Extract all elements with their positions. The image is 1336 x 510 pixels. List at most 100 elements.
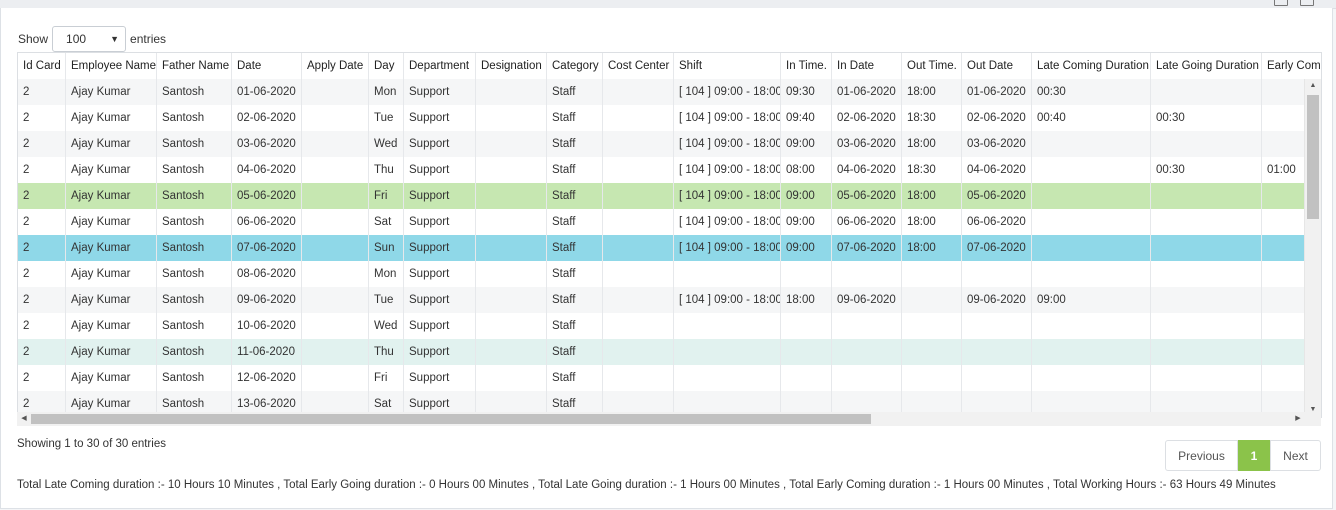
table-row[interactable]: 2 Ajay Kumar Santosh 12-06-2020 Fri Support St… (18, 365, 1321, 392)
column-header-day[interactable]: Day (369, 53, 404, 79)
table-row[interactable]: 2 Ajay Kumar Santosh 05-06-2020 Fri Support St… (18, 183, 1321, 210)
column-header-out-time[interactable]: Out Time. (902, 53, 962, 79)
cell-apply-date (302, 131, 369, 157)
entries-select[interactable]: 100 ▼ (52, 26, 127, 52)
previous-button[interactable]: Previous (1165, 440, 1238, 471)
column-header-late-coming-duration[interactable]: Late Coming Duration (1032, 53, 1151, 79)
column-header-late-going-duration[interactable]: Late Going Duration (1151, 53, 1262, 79)
table-row[interactable]: 2 Ajay Kumar Santosh 10-06-2020 Wed Support St… (18, 313, 1321, 340)
column-header-early-coming[interactable]: Early Coming (1262, 53, 1321, 79)
scrollbar-corner (1305, 412, 1321, 426)
cell-date: 09-06-2020 (232, 287, 302, 313)
table-row[interactable]: 2 Ajay Kumar Santosh 06-06-2020 Sat Support St… (18, 209, 1321, 236)
cell-department: Support (404, 105, 476, 131)
cell-day: Tue (369, 105, 404, 131)
column-header-out-date[interactable]: Out Date (962, 53, 1032, 79)
cell-shift: [ 104 ] 09:00 - 18:00 (674, 131, 781, 157)
cell-in-date: 03-06-2020 (832, 131, 902, 157)
cell-designation (476, 287, 547, 313)
attendance-table: Id Card Employee Name Father Name Date Apply… (17, 52, 1322, 418)
cell-date: 07-06-2020 (232, 235, 302, 261)
cell-designation (476, 235, 547, 261)
cell-date: 05-06-2020 (232, 183, 302, 209)
cell-category: Staff (547, 79, 603, 105)
column-header-category[interactable]: Category (547, 53, 603, 79)
table-row[interactable]: 2 Ajay Kumar Santosh 11-06-2020 Thu Support St… (18, 339, 1321, 366)
table-row[interactable]: 2 Ajay Kumar Santosh 08-06-2020 Mon Support St… (18, 261, 1321, 288)
table-info: Showing 1 to 30 of 30 entries (17, 438, 166, 450)
cell-father-name: Santosh (157, 105, 232, 131)
cell-shift: [ 104 ] 09:00 - 18:00 (674, 79, 781, 105)
cell-in-time (781, 339, 832, 365)
column-header-id-card[interactable]: Id Card (18, 53, 66, 79)
cell-cost-center (603, 183, 674, 209)
window-icon[interactable] (1274, 0, 1288, 6)
table-row[interactable]: 2 Ajay Kumar Santosh 09-06-2020 Tue Support St… (18, 287, 1321, 314)
cell-in-time: 09:00 (781, 183, 832, 209)
vertical-scrollbar[interactable]: ▲ ▼ (1304, 79, 1321, 417)
cell-day: Thu (369, 339, 404, 365)
cell-father-name: Santosh (157, 365, 232, 391)
vertical-scroll-thumb[interactable] (1307, 95, 1319, 219)
cell-date: 01-06-2020 (232, 79, 302, 105)
cell-father-name: Santosh (157, 209, 232, 235)
cell-cost-center (603, 339, 674, 365)
cell-out-time: 18:00 (902, 79, 962, 105)
horizontal-scroll-thumb[interactable] (31, 414, 871, 424)
table-row[interactable]: 2 Ajay Kumar Santosh 07-06-2020 Sun Support St… (18, 235, 1321, 262)
cell-late-going-duration (1151, 261, 1262, 287)
cell-employee-name: Ajay Kumar (66, 287, 157, 313)
cell-category: Staff (547, 105, 603, 131)
cell-out-date: 09-06-2020 (962, 287, 1032, 313)
totals-summary: Total Late Coming duration :- 10 Hours 1… (17, 479, 1276, 491)
cell-out-time (902, 365, 962, 391)
cell-in-date: 02-06-2020 (832, 105, 902, 131)
horizontal-scrollbar[interactable]: ◀ ▶ (17, 412, 1305, 426)
column-header-employee-name[interactable]: Employee Name (66, 53, 157, 79)
cell-in-time: 09:40 (781, 105, 832, 131)
cell-category: Staff (547, 287, 603, 313)
table-row[interactable]: 2 Ajay Kumar Santosh 01-06-2020 Mon Support St… (18, 79, 1321, 106)
cell-employee-name: Ajay Kumar (66, 261, 157, 287)
column-header-department[interactable]: Department (404, 53, 476, 79)
column-header-designation[interactable]: Designation (476, 53, 547, 79)
cell-late-going-duration: 00:30 (1151, 105, 1262, 131)
column-header-cost-center[interactable]: Cost Center (603, 53, 674, 79)
cell-day: Tue (369, 287, 404, 313)
expand-icon[interactable] (1300, 0, 1314, 6)
cell-category: Staff (547, 209, 603, 235)
cell-late-coming-duration (1032, 261, 1151, 287)
cell-cost-center (603, 261, 674, 287)
cell-department: Support (404, 313, 476, 339)
scroll-up-icon[interactable]: ▲ (1305, 79, 1321, 93)
table-row[interactable]: 2 Ajay Kumar Santosh 02-06-2020 Tue Support St… (18, 105, 1321, 132)
table-row[interactable]: 2 Ajay Kumar Santosh 04-06-2020 Thu Support St… (18, 157, 1321, 184)
table-row[interactable]: 2 Ajay Kumar Santosh 03-06-2020 Wed Support St… (18, 131, 1321, 158)
cell-department: Support (404, 209, 476, 235)
scroll-right-icon[interactable]: ▶ (1291, 412, 1305, 426)
cell-out-time: 18:30 (902, 157, 962, 183)
cell-apply-date (302, 313, 369, 339)
cell-father-name: Santosh (157, 183, 232, 209)
cell-apply-date (302, 105, 369, 131)
column-header-in-time[interactable]: In Time. (781, 53, 832, 79)
cell-day: Mon (369, 261, 404, 287)
cell-employee-name: Ajay Kumar (66, 365, 157, 391)
column-header-father-name[interactable]: Father Name (157, 53, 232, 79)
cell-employee-name: Ajay Kumar (66, 235, 157, 261)
next-button[interactable]: Next (1270, 440, 1321, 471)
cell-employee-name: Ajay Kumar (66, 209, 157, 235)
page-1-button[interactable]: 1 (1238, 440, 1270, 471)
cell-cost-center (603, 105, 674, 131)
cell-shift (674, 313, 781, 339)
cell-cost-center (603, 287, 674, 313)
cell-father-name: Santosh (157, 287, 232, 313)
column-header-apply-date[interactable]: Apply Date (302, 53, 369, 79)
cell-id-card: 2 (18, 313, 66, 339)
cell-day: Fri (369, 365, 404, 391)
cell-in-date (832, 365, 902, 391)
column-header-in-date[interactable]: In Date (832, 53, 902, 79)
column-header-date[interactable]: Date (232, 53, 302, 79)
column-header-shift[interactable]: Shift (674, 53, 781, 79)
scroll-left-icon[interactable]: ◀ (17, 412, 31, 426)
